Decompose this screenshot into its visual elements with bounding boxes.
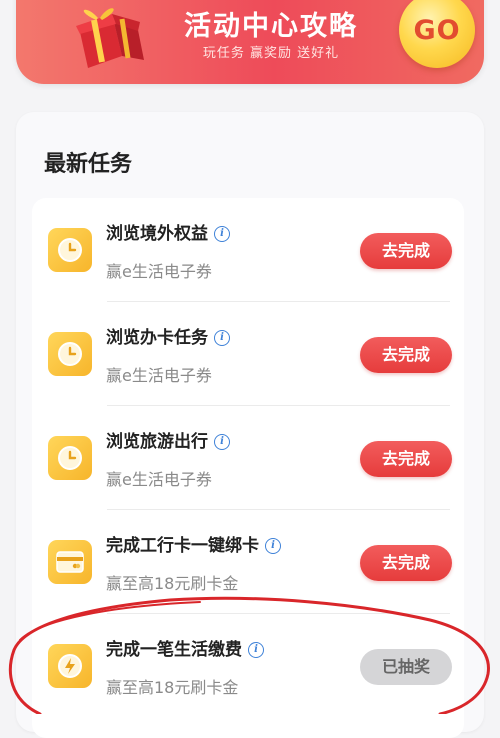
task-row: 完成工行卡一键绑卡 i 赢至高18元刷卡金 去完成 <box>32 510 464 614</box>
complete-task-button[interactable]: 去完成 <box>360 337 452 373</box>
banner-subtitle: 玩任务 赢奖励 送好礼 <box>202 46 340 61</box>
activity-center-banner[interactable]: 活动中心攻略 玩任务 赢奖励 送好礼 GO <box>16 0 484 84</box>
section-title: 最新任务 <box>44 152 133 177</box>
task-title: 完成工行卡一键绑卡 i <box>106 531 281 556</box>
clock-icon <box>48 436 92 480</box>
task-reward: 赢至高18元刷卡金 <box>106 678 239 697</box>
info-icon[interactable]: i <box>214 434 230 450</box>
info-icon[interactable]: i <box>265 538 281 554</box>
task-row: 完成一笔生活缴费 i 赢至高18元刷卡金 已抽奖 <box>32 614 464 718</box>
task-title: 完成一笔生活缴费 i <box>106 635 264 660</box>
task-list: 浏览境外权益 i 赢e生活电子券 去完成 浏览办卡任务 i 赢e生活电子券 去完成 … <box>32 198 464 738</box>
go-button[interactable]: GO <box>399 0 475 68</box>
clock-icon <box>48 228 92 272</box>
info-icon[interactable]: i <box>248 642 264 658</box>
task-reward: 赢至高18元刷卡金 <box>106 574 239 593</box>
task-row: 浏览旅游出行 i 赢e生活电子券 去完成 <box>32 406 464 510</box>
clock-icon <box>48 332 92 376</box>
drawn-status-button[interactable]: 已抽奖 <box>360 649 452 685</box>
info-icon[interactable]: i <box>214 226 230 242</box>
task-reward: 赢e生活电子券 <box>106 262 212 281</box>
info-icon[interactable]: i <box>214 330 230 346</box>
task-title: 浏览境外权益 i <box>106 219 230 244</box>
task-row: 浏览境外权益 i 赢e生活电子券 去完成 <box>32 198 464 302</box>
card-icon <box>48 540 92 584</box>
task-row: 浏览办卡任务 i 赢e生活电子券 去完成 <box>32 302 464 406</box>
complete-task-button[interactable]: 去完成 <box>360 233 452 269</box>
complete-task-button[interactable]: 去完成 <box>360 441 452 477</box>
complete-task-button[interactable]: 去完成 <box>360 545 452 581</box>
task-title: 浏览办卡任务 i <box>106 323 230 348</box>
task-reward: 赢e生活电子券 <box>106 366 212 385</box>
task-title: 浏览旅游出行 i <box>106 427 230 452</box>
banner-title: 活动中心攻略 <box>184 11 358 42</box>
task-reward: 赢e生活电子券 <box>106 470 212 489</box>
payment-icon <box>48 644 92 688</box>
gift-box-icon <box>76 8 144 68</box>
